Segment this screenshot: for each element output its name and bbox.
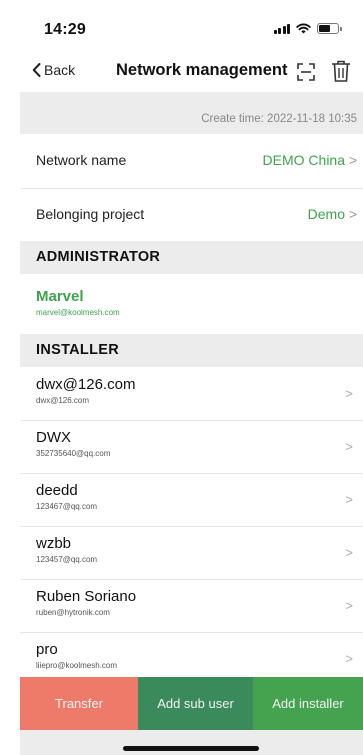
add-installer-button[interactable]: Add installer [253,677,363,730]
chevron-right-icon: > [345,386,353,401]
installer-name: deedd [36,482,78,499]
installer-email: liiepro@koolmesh.com [36,661,118,670]
back-label: Back [44,62,76,78]
belonging-project-value: Demo [307,206,345,222]
installer-email: dwx@126.com [36,396,90,405]
chevron-right-icon: > [348,206,357,222]
page-title: Network management [116,61,288,79]
battery-icon [317,23,342,34]
back-button[interactable]: Back [32,62,75,78]
chevron-left-icon [32,63,41,77]
installer-list-item[interactable]: dwx@126.com dwx@126.com > [20,368,363,420]
chevron-right-icon: > [348,152,357,168]
header-spacer [20,92,363,108]
installer-name: pro [36,641,58,658]
trash-icon[interactable] [330,59,352,83]
home-indicator[interactable] [123,746,259,751]
add-sub-user-button[interactable]: Add sub user [138,677,253,730]
network-name-row[interactable]: Network name DEMO China > [20,134,363,188]
installer-name: DWX [36,429,71,446]
transfer-button[interactable]: Transfer [20,677,138,730]
installer-name: wzbb [36,535,72,552]
administrator-email: marvel@koolmesh.com [36,308,120,317]
installer-email: ruben@hytronik.com [36,608,110,617]
status-bar: 14:29 [20,0,363,52]
home-indicator-area [20,730,363,755]
installer-list-item[interactable]: DWX 352735640@qq.com > [20,421,363,473]
installer-list-item[interactable]: Ruben Soriano ruben@hytronik.com > [20,580,363,632]
create-time: Create time: 2022-11-18 10:35 [201,113,357,125]
chevron-right-icon: > [345,545,353,560]
status-time: 14:29 [44,21,86,38]
status-icons [273,23,342,34]
belonging-project-label: Belonging project [36,206,145,222]
installer-name: Ruben Soriano [36,588,137,605]
installer-email: 123457@qq.com [36,555,98,564]
create-time-row: Create time: 2022-11-18 10:35 [20,108,363,134]
nav-bar: Back Network management [20,52,363,92]
cellular-signal-icon [273,23,290,34]
chevron-right-icon: > [345,598,353,613]
action-bar: Transfer Add sub user Add installer [20,677,363,730]
installer-list-item[interactable]: wzbb 123457@qq.com > [20,527,363,579]
belonging-project-row[interactable]: Belonging project Demo > [20,189,363,240]
network-name-label: Network name [36,152,127,168]
network-name-value: DEMO China [262,152,345,168]
installer-section-header: INSTALLER [20,334,363,367]
installer-email: 352735640@qq.com [36,449,111,458]
administrator-section-header: ADMINISTRATOR [20,241,363,274]
scan-icon[interactable] [296,62,316,82]
chevron-right-icon: > [345,651,353,666]
installer-list-item[interactable]: deedd 123467@qq.com > [20,474,363,526]
app-screen: 14:29 Back Network management Create tim… [20,0,363,755]
installer-email: 123467@qq.com [36,502,98,511]
wifi-icon [296,23,311,34]
installer-name: dwx@126.com [36,376,136,393]
chevron-right-icon: > [345,492,353,507]
administrator-section-title: ADMINISTRATOR [36,249,161,265]
administrator-name: Marvel [36,288,84,305]
installer-section-title: INSTALLER [36,342,119,358]
chevron-right-icon: > [345,439,353,454]
